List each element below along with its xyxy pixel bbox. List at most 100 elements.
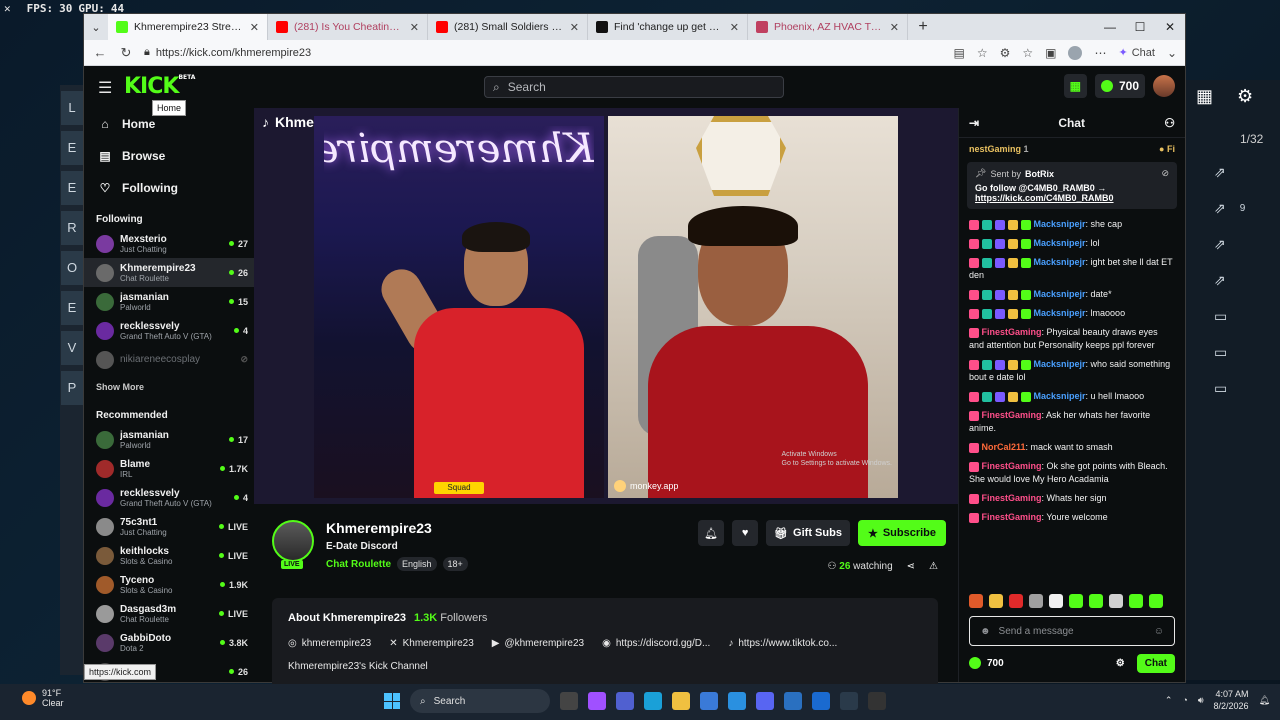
favorite-icon[interactable]: ☆	[977, 46, 988, 60]
store-icon[interactable]	[700, 692, 718, 710]
social-link[interactable]: ✕ Khmerempire23	[389, 638, 474, 649]
channel-name[interactable]: Khmerempire23	[326, 520, 432, 536]
chat-input[interactable]: ☻ Send a message ☺	[969, 616, 1175, 646]
search-input[interactable]: ⌕ Search	[484, 76, 784, 98]
steam-icon[interactable]	[840, 692, 858, 710]
app-tile[interactable]: E	[61, 131, 83, 165]
clock[interactable]: 4:07 AM 8/2/2026	[1214, 688, 1249, 712]
emote-icon[interactable]	[1049, 594, 1063, 608]
app-icon[interactable]	[784, 692, 802, 710]
chat-username[interactable]: Macksnipejr	[1034, 238, 1086, 248]
list-item[interactable]: ▭	[1186, 298, 1280, 334]
refresh-icon[interactable]: ↻	[118, 45, 134, 61]
send-chat-button[interactable]: Chat	[1136, 653, 1175, 673]
tab-actions-icon[interactable]: ⌄	[84, 21, 108, 34]
reader-icon[interactable]: ▤	[953, 46, 964, 60]
maximize-icon[interactable]: ☐	[1125, 20, 1155, 34]
emote-icon[interactable]	[1129, 594, 1143, 608]
rewards-button[interactable]: ▦	[1063, 74, 1087, 98]
discord-icon[interactable]	[756, 692, 774, 710]
channel-avatar[interactable]	[272, 520, 314, 562]
chat-username[interactable]: FinestGaming	[982, 410, 1042, 420]
chevron-up-icon[interactable]: ⌃	[1165, 695, 1173, 706]
chat-username[interactable]: Macksnipejr	[1034, 289, 1086, 299]
browser-tab[interactable]: Find 'change up get dafuq off me ✕	[588, 14, 748, 40]
chat-username[interactable]: Macksnipejr	[1034, 257, 1086, 267]
menu-icon[interactable]: ☰	[98, 78, 112, 98]
browser-tab[interactable]: Phoenix, AZ HVAC Training & HVA ✕	[748, 14, 908, 40]
emoji-icon[interactable]: ☻	[980, 626, 991, 637]
app-tile[interactable]: R	[61, 211, 83, 245]
close-tab-icon[interactable]: ✕	[890, 21, 899, 34]
browser-tab[interactable]: Khmerempire23 Stream - Wat ✕	[108, 14, 268, 40]
chat-username[interactable]: Macksnipejr	[1034, 308, 1086, 318]
chat-username[interactable]: NorCal211	[982, 442, 1026, 452]
share-icon[interactable]: ⋖	[907, 561, 915, 572]
collections-icon[interactable]: ☆	[1022, 46, 1033, 60]
sidebar-channel[interactable]: Dasgasd3m Chat Roulette LIVE	[84, 599, 254, 628]
social-link[interactable]: ◉ https://discord.gg/D...	[602, 638, 710, 649]
emote-icon[interactable]	[1069, 594, 1083, 608]
sidebar-channel[interactable]: jasmanian Palworld 17	[84, 425, 254, 454]
close-tab-icon[interactable]: ✕	[570, 21, 579, 34]
sidebar-channel[interactable]: jasmanian Palworld 15	[84, 287, 254, 316]
emote-icon[interactable]	[1109, 594, 1123, 608]
chat-username[interactable]: FinestGaming	[982, 493, 1042, 503]
gear-icon[interactable]: ⚙	[1237, 86, 1253, 107]
url-input[interactable]: https://kick.com/khmerempire23	[156, 47, 311, 59]
notification-bell-button[interactable]: 🔔︎	[698, 520, 725, 546]
profile-avatar[interactable]	[1068, 45, 1083, 60]
sidebar-channel[interactable]: Tyceno Slots & Casino 1.9K	[84, 570, 254, 599]
sidebar-channel[interactable]: Khmerempire23 Chat Roulette 26	[84, 258, 254, 287]
sidebar-channel[interactable]: GabbiDoto Dota 2 3.8K	[84, 628, 254, 657]
chat-username[interactable]: Macksnipejr	[1034, 359, 1086, 369]
emote-icon[interactable]	[969, 594, 983, 608]
app-tile[interactable]: E	[61, 171, 83, 205]
video-player[interactable]: ♪ Khmerempire23 Khmerempire23 Squad	[254, 108, 958, 504]
user-avatar[interactable]	[1153, 75, 1175, 97]
chat-button[interactable]: ✦ Chat	[1118, 46, 1154, 60]
sidebar-channel[interactable]: Mexsterio Just Chatting 27	[84, 229, 254, 258]
close-tab-icon[interactable]: ✕	[250, 21, 259, 34]
close-tab-icon[interactable]: ✕	[410, 21, 419, 34]
app-tile[interactable]: E	[61, 291, 83, 325]
list-item[interactable]: ▭	[1186, 370, 1280, 406]
volume-icon[interactable]: 🔊︎	[1198, 695, 1204, 706]
sidebar-channel[interactable]: nikiareneecosplay ⊘	[84, 345, 254, 374]
tag-language[interactable]: English	[397, 557, 437, 571]
copilot-icon[interactable]: ▣	[1045, 46, 1056, 60]
sidebar-channel[interactable]: keithlocks Slots & Casino LIVE	[84, 541, 254, 570]
app-tile[interactable]: V	[61, 331, 83, 365]
sidebar-channel[interactable]: recklessvely Grand Theft Auto V (GTA) 4	[84, 483, 254, 512]
back-icon[interactable]: ←	[92, 45, 108, 60]
extensions-icon[interactable]: ⚙	[1000, 46, 1011, 60]
start-button[interactable]	[384, 693, 400, 709]
teams-icon[interactable]	[616, 692, 634, 710]
app-icon[interactable]	[812, 692, 830, 710]
dropdown-icon[interactable]: ⌄	[1167, 46, 1177, 60]
app-icon[interactable]	[868, 692, 886, 710]
browser-tab[interactable]: (281) Small Soldiers - YouTube ✕	[428, 14, 588, 40]
sidebar-item-browse[interactable]: ▤ Browse	[84, 140, 254, 172]
show-more-button[interactable]: Show More	[84, 374, 254, 400]
report-icon[interactable]: ⚠	[929, 561, 938, 572]
chat-username[interactable]: Macksnipejr	[1034, 391, 1086, 401]
minimize-icon[interactable]: —	[1095, 20, 1125, 34]
more-icon[interactable]: ⋯	[1094, 46, 1106, 60]
emote-icon[interactable]	[1009, 594, 1023, 608]
emote-icon[interactable]	[1089, 594, 1103, 608]
weather-widget[interactable]: 91°F Clear	[22, 688, 64, 708]
emote-picker-icon[interactable]: ☺	[1154, 626, 1164, 637]
file-explorer-icon[interactable]	[672, 692, 690, 710]
chat-username[interactable]: FinestGaming	[982, 327, 1042, 337]
emote-icon[interactable]	[1149, 594, 1163, 608]
app-tile[interactable]: O	[61, 251, 83, 285]
gift-subs-button[interactable]: 🎁︎ Gift Subs	[766, 520, 850, 546]
list-item[interactable]: ⇗ 9	[1186, 190, 1280, 226]
social-link[interactable]: ▶ @khmerempire23	[492, 638, 584, 649]
edge-icon[interactable]	[644, 692, 662, 710]
new-tab-button[interactable]: +	[908, 18, 938, 36]
list-item[interactable]: ⇗	[1186, 226, 1280, 262]
chat-username[interactable]: FinestGaming	[982, 512, 1042, 522]
chat-username[interactable]: FinestGaming	[982, 461, 1042, 471]
